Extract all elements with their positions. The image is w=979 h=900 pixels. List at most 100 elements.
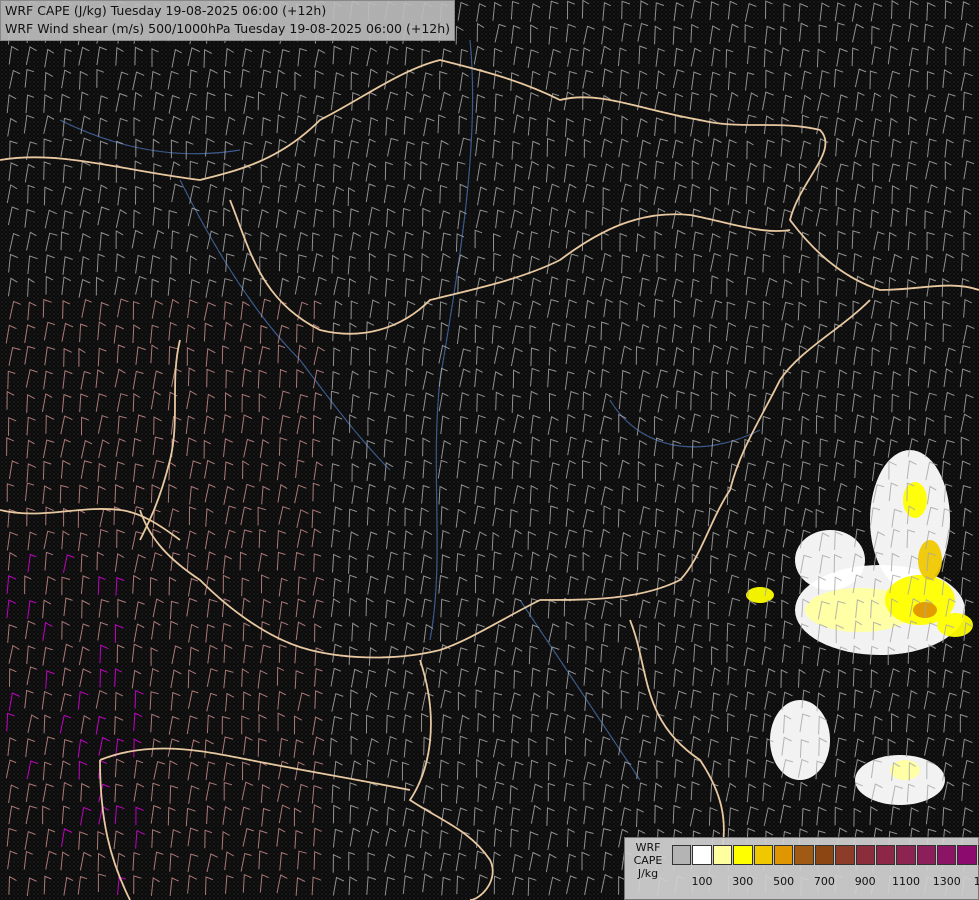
wind-barb [512,876,524,896]
legend-swatch [753,845,773,865]
wind-barb [421,301,433,320]
wind-barb [152,138,160,158]
wind-barb [709,555,719,574]
wind-barb [45,850,57,870]
wind-barb [474,229,483,249]
wind-barb [944,347,956,367]
wind-barb [186,552,196,572]
wind-barb [60,692,72,712]
wind-barb [673,2,685,21]
river [609,399,761,448]
wind-barb [672,440,682,459]
wind-barb [674,624,686,643]
wind-barb [530,367,540,387]
wind-barb [61,805,70,825]
wind-barb [420,161,428,180]
wind-barb [621,715,633,735]
wind-barb [728,597,741,617]
wind-barb [637,551,647,571]
wind-barb [491,325,502,344]
wind-barb [746,599,757,619]
wind-barb [259,873,269,893]
wind-barb [77,876,88,895]
wind-barb [764,139,775,159]
wind-barb [387,137,399,157]
wind-barb [205,91,216,111]
wind-barb [781,599,789,619]
wind-barb [833,461,845,481]
wind-barb [654,276,667,296]
wind-barb [384,369,395,388]
wind-barb [475,300,485,319]
wind-barb [97,621,109,641]
wind-barb [403,324,415,343]
wind-barb [294,115,306,135]
wind-barb [636,301,646,321]
wind-barb [99,231,110,251]
wind-barb [529,508,539,527]
wind-barb [927,138,937,158]
wind-barb [888,93,898,113]
wind-barb [512,325,524,344]
wind-barb [584,484,596,504]
wind-barb [62,554,75,574]
wind-barb [780,482,793,502]
wind-barb [708,460,718,480]
wind-barb [601,689,610,709]
wind-barb [133,485,145,505]
wind-barb [583,276,595,295]
wind-barb [747,45,757,65]
wind-barb [942,737,955,757]
wind-barb [709,186,719,205]
wind-barb [800,439,810,459]
wind-barb [7,624,17,643]
wind-barb [79,233,91,252]
wind-barb [547,368,557,388]
wind-barb [348,554,358,574]
wind-barb [654,160,665,180]
wind-barb [567,575,579,595]
wind-barb [26,877,37,897]
wind-barb [672,69,685,88]
wind-barb [621,646,633,666]
legend-label-model: WRF [635,841,661,854]
wind-barb [24,689,34,709]
wind-barb [330,598,341,617]
legend-tick-label: 700 [813,875,835,888]
wind-barb [294,829,303,849]
wind-barb [403,738,413,758]
wind-barb [26,416,36,436]
wind-barb [924,210,934,229]
wind-barb [674,184,687,204]
wind-barb [421,598,432,618]
wind-barb [725,162,736,181]
wind-barb [851,230,861,249]
wind-barb [891,371,902,390]
wind-barb [276,666,285,686]
wind-barb [333,300,343,320]
wind-barb [259,231,270,251]
wind-barb [495,209,505,229]
wind-barb [582,508,595,528]
wind-barb [437,162,450,182]
wind-barb [135,414,146,434]
wind-barb [726,643,734,663]
wind-barb [835,137,845,157]
wind-barb [907,93,916,113]
legend-swatch [957,845,977,865]
wind-barb [744,668,756,688]
wind-barb [351,622,359,642]
wind-barb [368,91,377,111]
wind-barb [727,712,735,732]
wind-barb [960,72,973,92]
wind-barb [582,391,592,411]
wind-barb [495,624,506,643]
wind-barb [187,874,198,894]
wind-barb [548,206,559,226]
wind-barb [567,253,579,273]
wind-barb [43,321,56,341]
wind-barb [908,116,918,135]
wind-barb [837,669,847,688]
wind-barb [926,45,935,65]
wind-barb [79,187,92,206]
